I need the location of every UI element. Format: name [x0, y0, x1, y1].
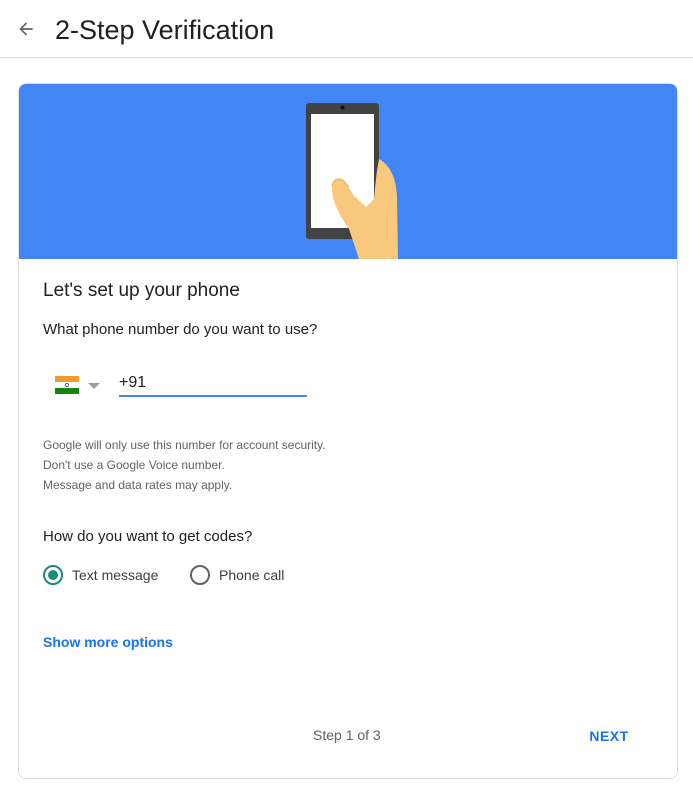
phone-in-hand-illustration	[306, 103, 398, 259]
phone-call-option[interactable]: Phone call	[190, 563, 284, 587]
radio-checked-icon[interactable]	[43, 565, 63, 585]
card-title: Let's set up your phone	[43, 280, 240, 301]
country-select[interactable]	[53, 373, 105, 397]
arrow-back-icon	[19, 22, 33, 36]
show-more-options-link[interactable]: Show more options	[43, 634, 173, 650]
setup-card: Let's set up your phone What phone numbe…	[18, 83, 678, 779]
phone-call-label: Phone call	[219, 567, 285, 583]
phone-number-question: What phone number do you want to use?	[43, 321, 318, 338]
next-button[interactable]: NEXT	[577, 718, 641, 754]
text-message-label: Text message	[72, 567, 159, 583]
step-indicator: Step 1 of 3	[313, 727, 381, 743]
page-title: 2-Step Verification	[55, 15, 275, 45]
top-app-bar: 2-Step Verification	[0, 0, 693, 58]
phone-illustration-banner	[19, 84, 677, 259]
rates-note: Message and data rates may apply.	[43, 478, 233, 492]
dropdown-arrow-icon	[88, 383, 100, 389]
text-message-option[interactable]: Text message	[43, 563, 158, 587]
security-note: Google will only use this number for acc…	[43, 438, 326, 452]
india-flag-icon	[55, 376, 79, 394]
back-button[interactable]	[10, 13, 42, 45]
radio-unchecked-icon[interactable]	[190, 565, 210, 585]
phone-number-input[interactable]	[119, 371, 307, 397]
voice-note: Don't use a Google Voice number.	[43, 458, 225, 472]
codes-question: How do you want to get codes?	[43, 528, 253, 545]
